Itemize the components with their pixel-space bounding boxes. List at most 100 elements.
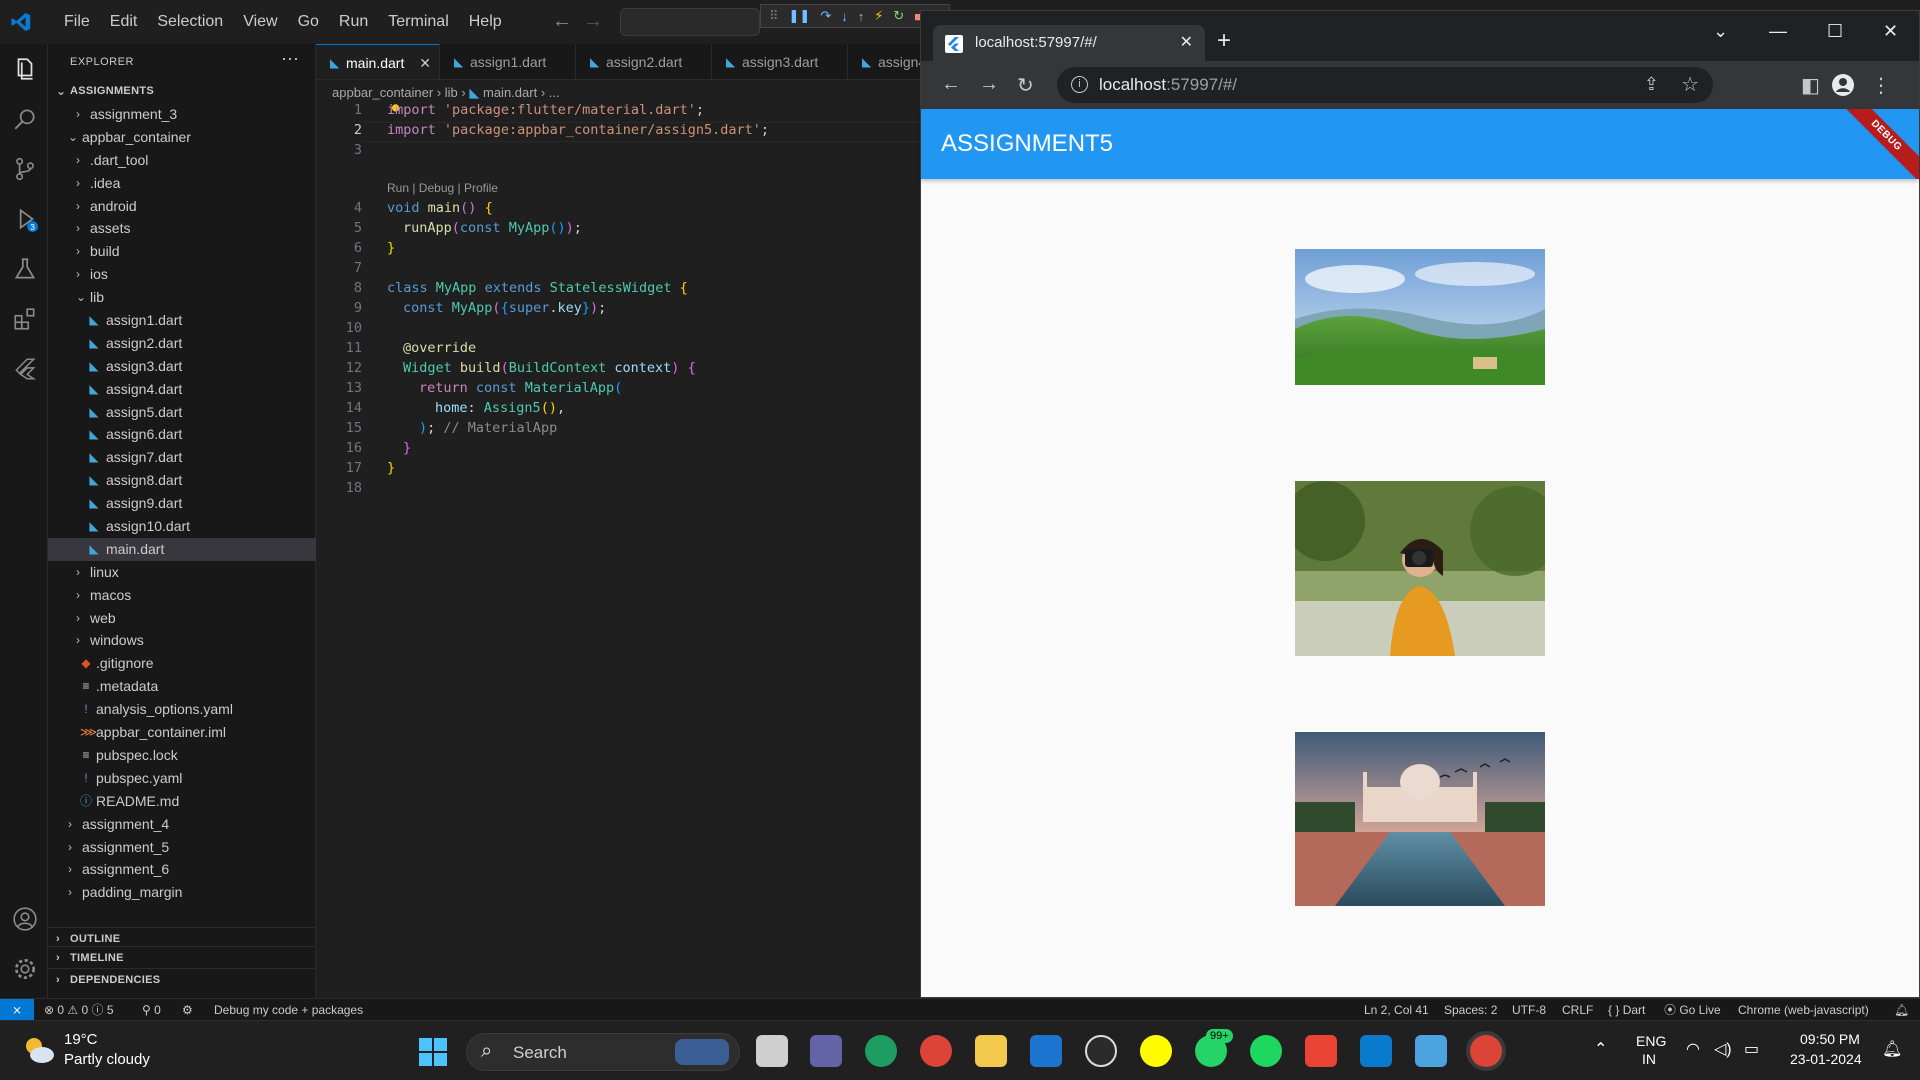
tab-assign1-dart[interactable]: ◣ assign1.dart — [440, 44, 576, 79]
tree-file-item[interactable]: ◣ assign6.dart — [48, 423, 316, 446]
breadcrumb-file[interactable]: main.dart — [483, 85, 537, 100]
tree-folder-item[interactable]: › ios — [48, 263, 316, 286]
mail-icon[interactable] — [1030, 1035, 1062, 1067]
language-mode[interactable]: { } Dart — [1608, 999, 1645, 1021]
flutter-app-taskbar-icon[interactable] — [1415, 1035, 1447, 1067]
forward-arrow-icon[interactable]: → — [979, 73, 999, 96]
profile-avatar-icon[interactable] — [1831, 73, 1855, 97]
chrome-icon[interactable] — [920, 1035, 952, 1067]
snapchat-icon[interactable] — [1140, 1035, 1172, 1067]
command-center[interactable] — [620, 8, 760, 36]
tree-file-item[interactable]: ◣ assign5.dart — [48, 401, 316, 424]
breadcrumb-lib[interactable]: lib — [445, 85, 458, 100]
explorer-icon[interactable] — [12, 56, 38, 82]
close-tab-icon[interactable]: ✕ — [1180, 25, 1193, 61]
windows-start-icon[interactable] — [418, 1037, 448, 1067]
cursor-position[interactable]: Ln 2, Col 41 — [1364, 999, 1429, 1021]
run-debug-icon[interactable]: 3 — [12, 206, 38, 232]
tree-folder-item[interactable]: › assignment_6 — [48, 858, 316, 881]
chrome-active-icon[interactable] — [1470, 1035, 1502, 1067]
edge-icon[interactable] — [865, 1035, 897, 1067]
indentation[interactable]: Spaces: 2 — [1444, 999, 1497, 1021]
tab-search-chevron-icon[interactable]: ⌄ — [1713, 21, 1728, 42]
share-icon[interactable]: ⇪ — [1644, 74, 1659, 95]
site-info-icon[interactable]: i — [1071, 76, 1088, 93]
tree-file-item[interactable]: ≡ pubspec.lock — [48, 744, 316, 767]
show-hidden-icons-chevron-icon[interactable]: ⌃ — [1594, 1039, 1607, 1059]
tree-folder-item[interactable]: › web — [48, 607, 316, 630]
forward-arrow-icon[interactable]: → — [583, 10, 603, 32]
tree-file-item[interactable]: ! analysis_options.yaml — [48, 698, 316, 721]
tab-assign4-dart[interactable]: ◣ assign4 — [848, 44, 922, 79]
search-icon[interactable] — [12, 106, 38, 132]
debug-config[interactable]: Debug my code + packages — [214, 999, 363, 1021]
clock-time[interactable]: 09:50 PM — [1800, 1031, 1860, 1047]
tree-file-item[interactable]: ⋙ appbar_container.iml — [48, 721, 316, 744]
notifications-icon[interactable]: 🔔︎ — [1882, 1039, 1902, 1059]
tree-file-item[interactable]: ◣ assign3.dart — [48, 355, 316, 378]
maximize-icon[interactable]: ☐ — [1827, 21, 1843, 42]
tree-folder-item[interactable]: › windows — [48, 629, 316, 652]
bookmark-star-icon[interactable]: ☆ — [1681, 72, 1699, 97]
tree-file-item[interactable]: ◆ .gitignore — [48, 652, 316, 675]
more-menu-icon[interactable]: ⋮ — [1871, 73, 1891, 98]
workspace-root[interactable]: ⌄ ASSIGNMENTS — [48, 80, 316, 103]
menu-terminal[interactable]: Terminal — [378, 13, 458, 31]
tree-file-item[interactable]: ◣ assign9.dart — [48, 492, 316, 515]
tab-assign2-dart[interactable]: ◣ assign2.dart — [576, 44, 712, 79]
tree-folder-item[interactable]: › padding_margin — [48, 881, 316, 904]
tab-main-dart[interactable]: ◣ main.dart ✕ — [316, 44, 440, 79]
breadcrumb-symbol[interactable]: ... — [549, 85, 560, 100]
go-live-button[interactable]: ⦿ Go Live — [1664, 999, 1721, 1021]
volume-icon[interactable]: ◁) — [1714, 1039, 1732, 1059]
tree-folder-item[interactable]: › assignment_5 — [48, 836, 316, 859]
tree-folder-item[interactable]: › linux — [48, 561, 316, 584]
back-arrow-icon[interactable]: ← — [552, 10, 572, 32]
tree-folder-item[interactable]: ⌄ appbar_container — [48, 126, 316, 149]
menu-run[interactable]: Run — [329, 13, 378, 31]
menu-help[interactable]: Help — [459, 13, 512, 31]
tree-folder-item[interactable]: › macos — [48, 584, 316, 607]
step-over-icon[interactable]: ↷ — [820, 8, 831, 24]
tree-file-item[interactable]: ◣ assign4.dart — [48, 378, 316, 401]
tree-file-item[interactable]: ◣ assign10.dart — [48, 515, 316, 538]
menu-view[interactable]: View — [233, 13, 287, 31]
tree-file-item[interactable]: ≡ .metadata — [48, 675, 316, 698]
dell-icon[interactable] — [1085, 1035, 1117, 1067]
step-into-icon[interactable]: ↓ — [841, 9, 848, 24]
drag-handle-icon[interactable]: ⠿ — [769, 8, 779, 24]
remote-indicator-icon[interactable]: ⨯ — [0, 999, 34, 1021]
vscode-taskbar-icon[interactable] — [1360, 1035, 1392, 1067]
taskbar-search[interactable]: ⌕ Search — [466, 1033, 740, 1071]
notifications-bell-icon[interactable]: 🔔︎ — [1894, 999, 1909, 1021]
tree-folder-item[interactable]: › assets — [48, 217, 316, 240]
ports-counter[interactable]: ⚲ 0 — [142, 999, 161, 1021]
account-icon[interactable] — [12, 906, 38, 932]
menu-go[interactable]: Go — [288, 13, 329, 31]
codelens-run-debug-profile[interactable]: Run | Debug | Profile — [387, 181, 498, 195]
tree-file-item[interactable]: ◣ assign7.dart — [48, 446, 316, 469]
new-tab-plus-icon[interactable]: + — [1217, 25, 1231, 57]
browser-tab[interactable]: localhost:57997/#/ ✕ — [933, 25, 1205, 61]
teams-icon[interactable] — [810, 1035, 842, 1067]
menu-edit[interactable]: Edit — [100, 13, 148, 31]
gmail-icon[interactable] — [1305, 1035, 1337, 1067]
task-view-icon[interactable] — [756, 1035, 788, 1067]
file-explorer-icon[interactable] — [975, 1035, 1007, 1067]
reload-icon[interactable]: ↻ — [1017, 73, 1034, 98]
close-tab-icon[interactable]: ✕ — [419, 45, 431, 79]
address-bar[interactable]: i localhost:57997/#/ ⇪ ☆ — [1057, 67, 1713, 103]
spotify-icon[interactable] — [1250, 1035, 1282, 1067]
close-window-icon[interactable]: ✕ — [1883, 21, 1898, 42]
pause-icon[interactable]: ❚❚ — [789, 8, 811, 24]
wifi-icon[interactable]: ◠ — [1686, 1039, 1700, 1059]
testing-icon[interactable] — [12, 256, 38, 282]
tree-file-item[interactable]: ◣ main.dart — [48, 537, 316, 561]
tree-file-item[interactable]: ! pubspec.yaml — [48, 767, 316, 790]
tree-folder-item[interactable]: ⌄ lib — [48, 286, 316, 309]
menu-selection[interactable]: Selection — [147, 13, 233, 31]
side-panel-icon[interactable]: ◧ — [1801, 73, 1820, 98]
hot-reload-icon[interactable]: ⚡ — [874, 8, 883, 24]
tree-file-item[interactable]: ⓘ README.md — [48, 790, 316, 813]
tree-folder-item[interactable]: › .dart_tool — [48, 149, 316, 172]
